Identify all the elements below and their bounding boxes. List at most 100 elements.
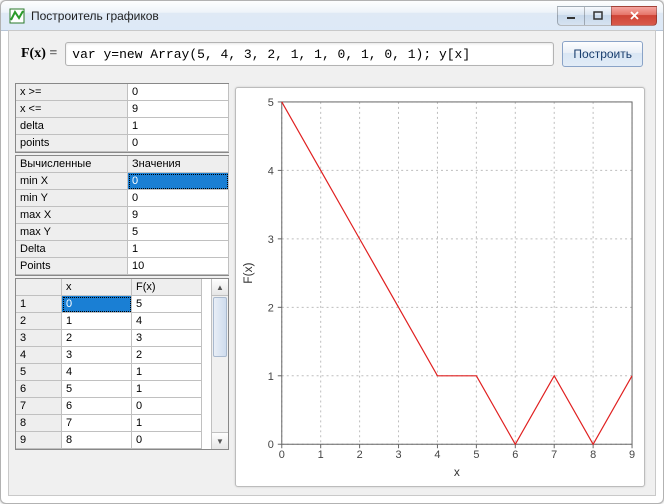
params-row[interactable]: delta1 [16, 118, 229, 135]
svg-text:4: 4 [434, 449, 440, 461]
computed-row[interactable]: Delta1 [16, 241, 229, 258]
computed-value[interactable]: 9 [128, 207, 229, 224]
row-x[interactable]: 5 [62, 381, 132, 398]
svg-text:2: 2 [357, 449, 363, 461]
left-pane: x >=0x <=9delta1points0 ВычисленныеЗначе… [9, 79, 229, 495]
computed-header-key: Вычисленные [16, 156, 128, 173]
param-key: delta [16, 118, 128, 135]
params-row[interactable]: x >=0 [16, 84, 229, 101]
scroll-up-button[interactable]: ▲ [212, 279, 228, 296]
svg-text:x: x [454, 465, 460, 479]
table-row[interactable]: 541 [16, 364, 211, 381]
client-area: F(x) = Построить x >=0x <=9delta1points0… [8, 30, 656, 496]
formula-row: F(x) = Построить [9, 31, 655, 75]
row-x[interactable]: 3 [62, 347, 132, 364]
param-key: x <= [16, 101, 128, 118]
close-button[interactable] [611, 6, 657, 26]
row-x[interactable]: 7 [62, 415, 132, 432]
computed-value[interactable]: 10 [128, 258, 229, 275]
computed-value[interactable]: 0 [128, 190, 229, 207]
svg-text:9: 9 [629, 449, 635, 461]
svg-text:5: 5 [473, 449, 479, 461]
svg-text:3: 3 [268, 234, 274, 246]
table-row[interactable]: 323 [16, 330, 211, 347]
computed-key: Delta [16, 241, 128, 258]
window-title: Построитель графиков [31, 9, 558, 23]
chart-svg: 0123456789012345xF(x) [236, 88, 644, 486]
svg-text:2: 2 [268, 302, 274, 314]
computed-row[interactable]: max Y5 [16, 224, 229, 241]
table-row[interactable]: 651 [16, 381, 211, 398]
row-fx[interactable]: 0 [132, 398, 202, 415]
row-x[interactable]: 0 [62, 296, 132, 313]
params-grid[interactable]: x >=0x <=9delta1points0 [15, 83, 229, 153]
row-index: 3 [16, 330, 62, 347]
scroll-down-button[interactable]: ▼ [212, 432, 228, 449]
computed-header-val: Значения [128, 156, 229, 173]
build-button[interactable]: Построить [562, 41, 643, 67]
computed-row[interactable]: max X9 [16, 207, 229, 224]
row-x[interactable]: 6 [62, 398, 132, 415]
table-row[interactable]: 760 [16, 398, 211, 415]
row-x[interactable]: 1 [62, 313, 132, 330]
row-fx[interactable]: 1 [132, 381, 202, 398]
row-x[interactable]: 8 [62, 432, 132, 449]
table-scrollbar[interactable]: ▲ ▼ [211, 279, 228, 449]
table-row[interactable]: 980 [16, 432, 211, 449]
row-index: 2 [16, 313, 62, 330]
chart: 0123456789012345xF(x) [235, 87, 645, 487]
row-fx[interactable]: 0 [132, 432, 202, 449]
param-value[interactable]: 0 [128, 84, 229, 101]
row-fx[interactable]: 5 [132, 296, 202, 313]
table-header [16, 279, 62, 296]
row-index: 1 [16, 296, 62, 313]
row-fx[interactable]: 1 [132, 364, 202, 381]
row-index: 4 [16, 347, 62, 364]
scroll-thumb[interactable] [213, 297, 227, 357]
params-row[interactable]: points0 [16, 135, 229, 152]
row-fx[interactable]: 1 [132, 415, 202, 432]
param-value[interactable]: 1 [128, 118, 229, 135]
computed-grid[interactable]: ВычисленныеЗначенияmin X0min Y0max X9max… [15, 155, 229, 276]
data-table[interactable]: xF(x)105214323432541651760871980 ▲ ▼ [15, 278, 229, 450]
minimize-button[interactable] [557, 6, 585, 26]
row-fx[interactable]: 3 [132, 330, 202, 347]
computed-value[interactable]: 1 [128, 241, 229, 258]
computed-value[interactable]: 5 [128, 224, 229, 241]
computed-row[interactable]: min X0 [16, 173, 229, 190]
svg-text:0: 0 [279, 449, 285, 461]
row-x[interactable]: 4 [62, 364, 132, 381]
table-header: x [62, 279, 132, 296]
svg-text:4: 4 [268, 165, 274, 177]
svg-text:8: 8 [590, 449, 596, 461]
row-x[interactable]: 2 [62, 330, 132, 347]
param-value[interactable]: 9 [128, 101, 229, 118]
table-row[interactable]: 214 [16, 313, 211, 330]
maximize-button[interactable] [584, 6, 612, 26]
computed-key: Points [16, 258, 128, 275]
computed-row[interactable]: min Y0 [16, 190, 229, 207]
app-icon [9, 8, 25, 24]
window-buttons [558, 6, 657, 26]
param-key: points [16, 135, 128, 152]
table-row[interactable]: 871 [16, 415, 211, 432]
table-header: F(x) [132, 279, 202, 296]
row-fx[interactable]: 4 [132, 313, 202, 330]
computed-key: min X [16, 173, 128, 190]
formula-input[interactable] [65, 42, 554, 66]
table-row[interactable]: 105 [16, 296, 211, 313]
svg-text:F(x): F(x) [241, 262, 255, 283]
svg-text:6: 6 [512, 449, 518, 461]
svg-text:3: 3 [395, 449, 401, 461]
params-row[interactable]: x <=9 [16, 101, 229, 118]
computed-row[interactable]: Points10 [16, 258, 229, 275]
row-index: 6 [16, 381, 62, 398]
row-fx[interactable]: 2 [132, 347, 202, 364]
svg-text:1: 1 [318, 449, 324, 461]
table-row[interactable]: 432 [16, 347, 211, 364]
row-index: 9 [16, 432, 62, 449]
row-index: 5 [16, 364, 62, 381]
param-value[interactable]: 0 [128, 135, 229, 152]
fx-label: F(x) = [21, 46, 57, 62]
computed-value[interactable]: 0 [128, 173, 229, 190]
